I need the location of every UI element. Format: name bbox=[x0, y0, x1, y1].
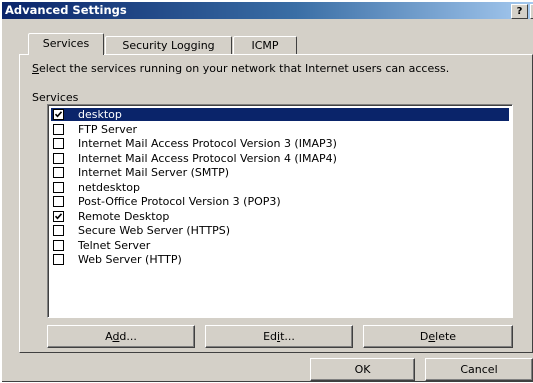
title-bar[interactable]: Advanced Settings ? X bbox=[2, 2, 533, 19]
tab-services[interactable]: Services bbox=[28, 33, 104, 55]
ok-button[interactable]: OK bbox=[310, 358, 415, 381]
service-list-item[interactable]: FTP Server bbox=[51, 123, 509, 136]
service-name: Telnet Server bbox=[78, 238, 151, 252]
instructions-accelerator: S bbox=[32, 62, 39, 75]
unchecked-checkbox[interactable] bbox=[53, 152, 64, 164]
unchecked-checkbox[interactable] bbox=[53, 167, 64, 178]
service-name: FTP Server bbox=[78, 122, 138, 136]
unchecked-checkbox[interactable] bbox=[53, 254, 64, 265]
service-list-item[interactable]: Internet Mail Access Protocol Version 3 … bbox=[51, 137, 509, 150]
help-button[interactable]: ? bbox=[511, 4, 528, 19]
service-name: Post-Office Protocol Version 3 (POP3) bbox=[78, 195, 281, 208]
add-button[interactable]: Add... bbox=[47, 325, 195, 348]
unchecked-checkbox[interactable] bbox=[53, 138, 64, 149]
tab-icmp[interactable]: ICMP bbox=[233, 36, 297, 54]
tab-security-logging[interactable]: Security Logging bbox=[105, 36, 232, 54]
service-list-item[interactable]: Internet Mail Access Protocol Version 4 … bbox=[51, 152, 509, 165]
service-list-item[interactable]: Telnet Server bbox=[51, 239, 509, 252]
unchecked-checkbox[interactable] bbox=[53, 196, 64, 207]
unchecked-checkbox[interactable] bbox=[53, 225, 64, 236]
instructions-body: elect the services running on your netwo… bbox=[38, 62, 450, 75]
unchecked-checkbox[interactable] bbox=[53, 123, 64, 135]
service-name: netdesktop bbox=[78, 180, 140, 194]
unchecked-checkbox[interactable] bbox=[53, 181, 64, 193]
services-label: Services bbox=[32, 91, 79, 104]
service-name: Remote Desktop bbox=[78, 209, 170, 223]
service-list-item[interactable]: desktop bbox=[51, 108, 509, 121]
service-name: Web Server (HTTP) bbox=[78, 253, 182, 266]
checked-checkbox[interactable] bbox=[53, 109, 64, 120]
window-title: Advanced Settings bbox=[5, 3, 127, 17]
service-list-item[interactable]: Secure Web Server (HTTPS) bbox=[51, 224, 509, 237]
edit-button[interactable]: Edit... bbox=[205, 325, 353, 348]
service-list-item[interactable]: Web Server (HTTP) bbox=[51, 253, 509, 266]
cancel-button[interactable]: Cancel bbox=[425, 358, 533, 381]
services-listbox[interactable]: desktop FTP Server Internet Mail Access Pr… bbox=[47, 104, 513, 318]
edit-button-label-post: t... bbox=[280, 330, 295, 343]
service-list-item[interactable]: netdesktop bbox=[51, 181, 509, 194]
service-name: Internet Mail Access Protocol Version 4 … bbox=[78, 151, 337, 165]
service-list-item[interactable]: Internet Mail Server (SMTP) bbox=[51, 166, 509, 179]
checked-checkbox[interactable] bbox=[53, 210, 64, 222]
instructions-text: Select the services running on your netw… bbox=[32, 63, 522, 74]
edit-button-label-pre: Ed bbox=[263, 330, 278, 343]
delete-button[interactable]: Delete bbox=[363, 325, 513, 348]
delete-button-label-post: lete bbox=[435, 330, 457, 343]
service-list-item[interactable]: Remote Desktop bbox=[51, 210, 509, 223]
service-name: Internet Mail Access Protocol Version 3 … bbox=[78, 137, 337, 150]
service-name: Secure Web Server (HTTPS) bbox=[78, 224, 231, 237]
unchecked-checkbox[interactable] bbox=[53, 239, 64, 251]
add-button-label-post: d... bbox=[119, 330, 137, 343]
service-name: desktop bbox=[78, 108, 122, 121]
service-name: Internet Mail Server (SMTP) bbox=[78, 166, 229, 179]
service-list-item[interactable]: Post-Office Protocol Version 3 (POP3) bbox=[51, 195, 509, 208]
